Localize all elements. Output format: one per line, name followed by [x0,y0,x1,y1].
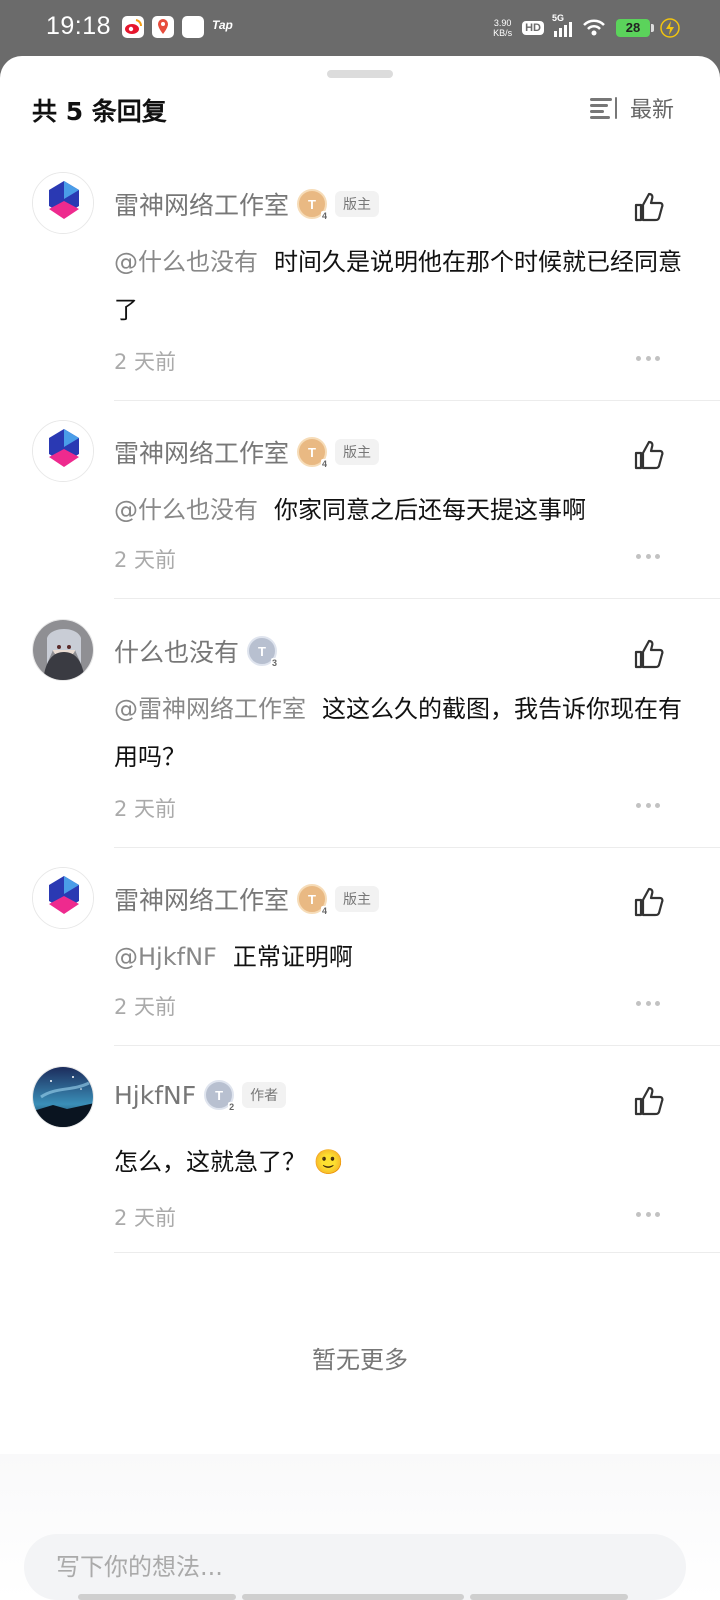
avatar[interactable] [32,172,94,234]
level-badge-icon: T4 [297,884,329,916]
thumbs-up-icon[interactable] [632,885,666,919]
level-letter: T [308,444,316,460]
sort-label: 最新 [629,98,674,123]
comment-text: @HjkfNF 正常证明啊 [114,933,684,981]
tap-app-icon: Tap [212,18,233,32]
more-options-icon[interactable] [636,1212,660,1218]
level-letter: T [215,1087,224,1103]
wifi-icon [583,19,605,36]
mention-link[interactable]: @雷神网络工作室 [114,695,306,723]
charging-icon [660,18,680,38]
divider [114,400,720,401]
input-area: 写下你的想法... [0,1454,720,1600]
level-number: 4 [321,459,329,469]
level-letter: T [308,891,316,907]
level-badge-icon: T3 [247,636,279,668]
mention-link[interactable]: @HjkfNF [114,943,217,971]
network-speed: 3.90 KB/s [493,18,512,38]
sort-button[interactable]: 最新 [589,92,674,124]
status-bar: 19:18 Tap 3.90 KB/s HD 5G 28 [0,0,720,56]
level-number: 3 [271,658,279,668]
more-options-icon[interactable] [636,1001,660,1007]
comment-time: 2 天前 [114,797,177,821]
nav-gesture-bar[interactable] [78,1594,236,1600]
comment-body: 你家同意之后还每天提这事啊 [274,496,586,524]
hd-badge: HD [522,21,544,35]
battery-indicator: 28 [616,19,654,37]
author-row: 雷神网络工作室 T4 版主 [114,881,380,917]
network-type: 5G [552,13,565,23]
level-badge-icon: T4 [297,189,329,221]
thumbs-up-icon[interactable] [632,190,666,224]
role-badge: 版主 [335,439,380,465]
mention-link[interactable]: @什么也没有 [114,496,258,524]
cellular-signal-icon: 5G [552,13,572,37]
map-pin-app-icon [152,16,174,38]
comment-time: 2 天前 [114,350,177,374]
level-number: 2 [228,1102,236,1112]
author-name[interactable]: 雷神网络工作室 [114,186,289,222]
nav-gesture-bar[interactable] [242,1594,464,1600]
comment-time: 2 天前 [114,1206,177,1230]
more-options-icon[interactable] [636,356,660,362]
app-square-icon [182,16,204,38]
comment-text: @什么也没有 时间久是说明他在那个时候就已经同意了 [114,238,684,334]
mention-link[interactable]: @什么也没有 [114,248,258,276]
level-number: 4 [321,906,329,916]
comment-text: @什么也没有 你家同意之后还每天提这事啊 [114,486,684,534]
network-speed-value: 3.90 [493,18,512,28]
avatar[interactable] [32,420,94,482]
replies-sheet: 共 5 条回复 最新 雷神网络工作室 T4 版主 @什么也没有 时间久是说明他在那… [0,56,720,1600]
author-name[interactable]: 雷神网络工作室 [114,881,289,917]
more-options-icon[interactable] [636,803,660,809]
network-speed-unit: KB/s [493,28,513,38]
role-badge: 作者 [242,1082,287,1108]
more-options-icon[interactable] [636,554,660,560]
role-badge: 版主 [335,191,380,217]
status-right-group: 3.90 KB/s HD 5G 28 [493,13,680,42]
comment-text: 怎么，这就急了？ 🙂 [114,1138,684,1186]
comment-body: 正常证明啊 [232,943,353,971]
emoji: 🙂 [313,1148,344,1176]
author-row: 什么也没有 T3 [114,633,279,669]
role-badge: 版主 [335,886,380,912]
sort-icon [589,97,618,119]
thumbs-up-icon[interactable] [632,637,666,671]
author-row: 雷神网络工作室 T4 版主 [114,186,380,222]
nav-gesture-bar[interactable] [470,1594,628,1600]
thumbs-up-icon[interactable] [632,438,666,472]
author-row: 雷神网络工作室 T4 版主 [114,434,380,470]
level-letter: T [258,643,266,659]
drag-handle[interactable] [327,70,393,78]
author-name[interactable]: HjkfNF [114,1081,196,1110]
author-row: HjkfNF T2 作者 [114,1080,287,1112]
weibo-icon [122,16,144,38]
avatar[interactable] [32,1066,94,1128]
comment-input[interactable]: 写下你的想法... [24,1534,686,1600]
level-badge-icon: T2 [204,1080,236,1112]
divider [114,847,720,848]
comment-text: @雷神网络工作室 这这么久的截图，我告诉你现在有用吗？ [114,685,684,781]
author-name[interactable]: 雷神网络工作室 [114,434,289,470]
divider [114,1045,720,1046]
level-badge-icon: T4 [297,437,329,469]
divider [114,1252,720,1253]
reply-count-title: 共 5 条回复 [32,97,167,126]
level-number: 4 [321,211,329,221]
author-name[interactable]: 什么也没有 [114,633,239,669]
status-time: 19:18 [46,12,112,40]
comment-time: 2 天前 [114,548,177,572]
thumbs-up-icon[interactable] [632,1084,666,1118]
avatar[interactable] [32,867,94,929]
divider [114,598,720,599]
level-letter: T [308,196,316,212]
comment-time: 2 天前 [114,995,177,1019]
comment-body: 怎么，这就急了？ [114,1148,306,1176]
no-more-text: 暂无更多 [312,1346,408,1374]
avatar[interactable] [32,619,94,681]
